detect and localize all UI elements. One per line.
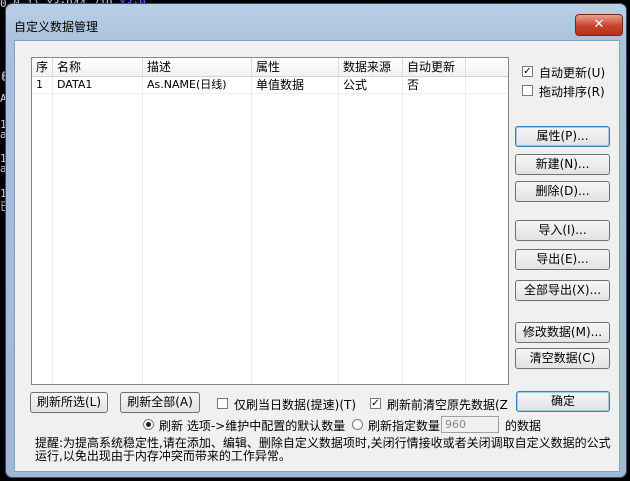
ok-button[interactable]: 确定 (516, 391, 610, 412)
column-header-description[interactable]: 描述 (143, 58, 252, 76)
refresh-default-radio[interactable] (143, 419, 154, 430)
grid-line (52, 77, 53, 384)
cell-index: 1 (36, 78, 43, 91)
cell-auto-update: 否 (407, 78, 420, 92)
hint-text: 提醒:为提高系统稳定性,请在添加、编辑、删除自定义数据项时,关闭行情接收或者关闭… (35, 436, 611, 463)
dialog-title: 自定义数据管理 (14, 20, 99, 34)
cell-name: DATA1 (57, 78, 93, 91)
cell-description: As.NAME(日线) (147, 78, 227, 91)
custom-data-list[interactable]: 序 名称 描述 属性 数据来源 自动更新 1 DATA1 As.NAME(日线)… (31, 57, 509, 385)
refresh-selected-button[interactable]: 刷新所选(L) (30, 392, 108, 413)
list-header: 序 名称 描述 属性 数据来源 自动更新 (32, 58, 508, 77)
grid-line (251, 77, 252, 384)
today-only-label: 仅刷当日数据(提速)(T) (234, 398, 357, 412)
refresh-count-radio[interactable] (352, 419, 363, 430)
column-header-name[interactable]: 名称 (53, 58, 143, 76)
grid-line (142, 77, 143, 384)
clear-before-refresh-label: 刷新前清空原先数据(Z (387, 398, 508, 412)
properties-button[interactable]: 属性(P)... (515, 126, 610, 147)
table-row[interactable]: 1 DATA1 As.NAME(日线) 单值数据 公式 否 (32, 77, 508, 93)
grid-line (338, 77, 339, 384)
auto-update-label: 自动更新(U) (539, 66, 606, 80)
new-button[interactable]: 新建(N)... (515, 154, 610, 175)
refresh-default-label: 刷新 选项->维护中配置的默认数量 (159, 419, 346, 433)
refresh-count-suffix: 的数据 (505, 419, 542, 433)
cell-source: 公式 (343, 78, 368, 92)
delete-button[interactable]: 删除(D)... (515, 181, 610, 202)
drag-sort-label: 拖动排序(R) (539, 85, 605, 99)
cell-attribute: 单值数据 (256, 78, 305, 92)
column-header-index[interactable]: 序 (32, 58, 53, 76)
close-button[interactable]: ✕ (575, 14, 623, 36)
export-all-button[interactable]: 全部导出(X)... (515, 280, 610, 301)
column-header-source[interactable]: 数据来源 (339, 58, 403, 76)
refresh-count-label: 刷新指定数量 (368, 419, 441, 433)
refresh-all-button[interactable]: 刷新全部(A) (120, 392, 200, 413)
column-header-attribute[interactable]: 属性 (252, 58, 339, 76)
auto-update-checkbox[interactable]: ✓ (522, 66, 533, 77)
close-icon: ✕ (593, 17, 605, 32)
drag-sort-checkbox[interactable] (522, 85, 533, 96)
today-only-checkbox[interactable] (217, 398, 228, 409)
modify-data-button[interactable]: 修改数据(M)... (515, 322, 610, 343)
refresh-count-field[interactable]: 960 (441, 416, 499, 433)
clear-before-refresh-checkbox[interactable]: ✓ (370, 398, 381, 409)
grid-line (402, 77, 403, 384)
clear-data-button[interactable]: 清空数据(C) (515, 348, 610, 369)
column-header-auto-update[interactable]: 自动更新 (403, 58, 466, 76)
export-button[interactable]: 导出(E)... (515, 249, 610, 270)
grid-line (32, 93, 508, 94)
import-button[interactable]: 导入(I)... (515, 220, 610, 241)
grid-line (465, 77, 466, 384)
